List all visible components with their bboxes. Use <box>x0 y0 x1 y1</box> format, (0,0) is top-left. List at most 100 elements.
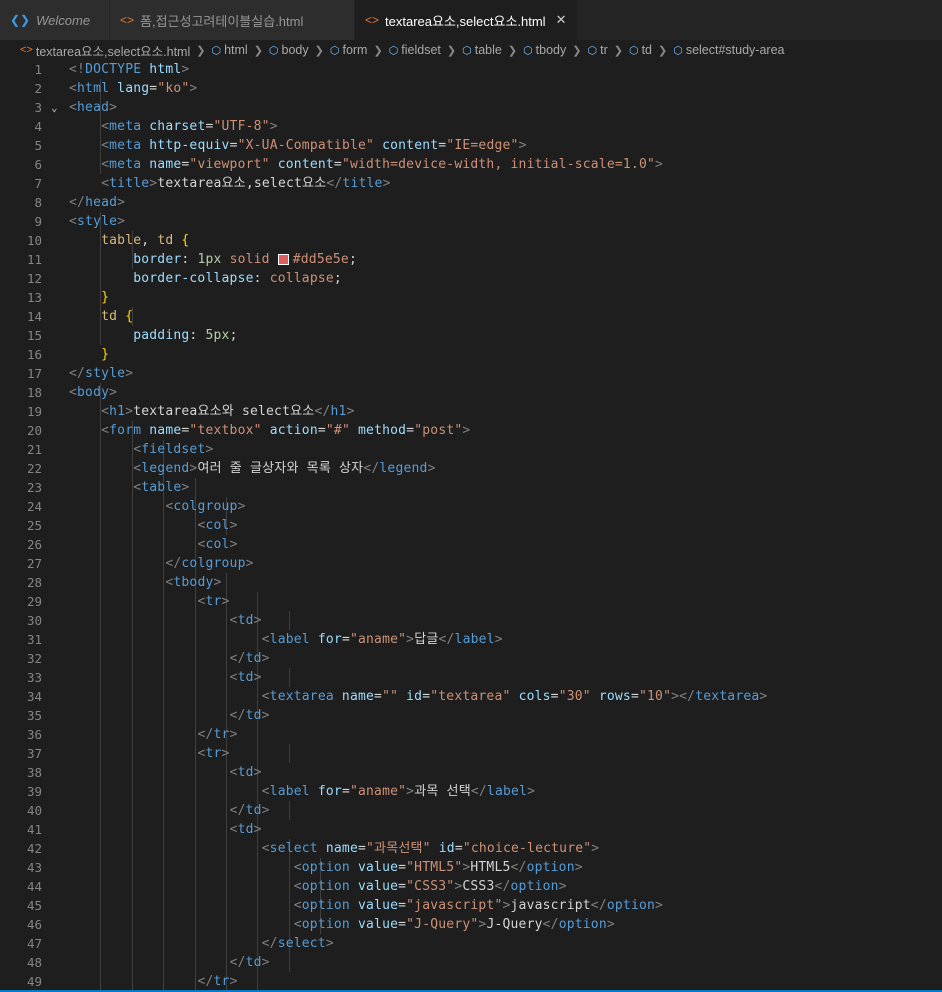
code-line[interactable]: 24 <colgroup> <box>0 497 942 516</box>
code-line[interactable]: 27 </colgroup> <box>0 554 942 573</box>
element-icon: ⬡ <box>462 44 472 57</box>
code-text: <html lang="ko"> <box>69 81 198 96</box>
code-line[interactable]: 29 <tr> <box>0 592 942 611</box>
close-icon[interactable]: ✕ <box>556 12 567 28</box>
breadcrumb-item[interactable]: ⬡ body ❯ <box>269 43 330 57</box>
line-number: 37 <box>26 746 42 761</box>
code-line[interactable]: 49 </tr> <box>0 972 942 991</box>
code-line[interactable]: 43 <option value="HTML5">HTML5</option> <box>0 858 942 877</box>
code-line[interactable]: 34 <textarea name="" id="textarea" cols=… <box>0 687 942 706</box>
code-line[interactable]: 16 } <box>0 345 942 364</box>
code-text: <legend>여러 줄 글상자와 목록 상자</legend> <box>133 461 436 476</box>
code-line[interactable]: 15 padding: 5px; <box>0 326 942 345</box>
code-line[interactable]: 23 <table> <box>0 478 942 497</box>
tab-1[interactable]: <> 폼,접근성고려테이블실습.html <box>110 0 355 40</box>
code-text: <td> <box>229 765 262 780</box>
code-line[interactable]: 14 td { <box>0 307 942 326</box>
code-line[interactable]: 6 <meta name="viewport" content="width=d… <box>0 155 942 174</box>
code-text: border-collapse: collapse; <box>133 271 342 286</box>
code-line[interactable]: 18 <body> <box>0 383 942 402</box>
breadcrumb-label: td <box>641 43 652 57</box>
breadcrumb-item[interactable]: ⬡ fieldset ❯ <box>389 43 462 57</box>
color-swatch[interactable] <box>277 254 289 265</box>
code-line[interactable]: 1 <!DOCTYPE html> <box>0 60 942 79</box>
breadcrumb-item[interactable]: ⬡ tr ❯ <box>587 43 628 57</box>
code-line[interactable]: 12 border-collapse: collapse; <box>0 269 942 288</box>
line-number: 8 <box>34 195 42 210</box>
line-number: 25 <box>26 518 42 533</box>
code-line[interactable]: 28 <tbody> <box>0 573 942 592</box>
code-line[interactable]: 19 <h1>textarea요소와 select요소</h1> <box>0 402 942 421</box>
line-number: 34 <box>26 689 42 704</box>
breadcrumb-item[interactable]: ⬡ form ❯ <box>330 43 389 57</box>
code-line[interactable]: 40 </td> <box>0 801 942 820</box>
element-icon: ⬡ <box>523 44 533 57</box>
line-number: 23 <box>26 480 42 495</box>
code-text: <tr> <box>197 746 230 761</box>
line-number: 48 <box>26 955 42 970</box>
code-line[interactable]: 48 </td> <box>0 953 942 972</box>
chevron-right-icon: ❯ <box>253 44 263 57</box>
code-line[interactable]: 36 </tr> <box>0 725 942 744</box>
code-line[interactable]: 42 <select name="과목선택" id="choice-lectur… <box>0 839 942 858</box>
code-line[interactable]: 8 </head> <box>0 193 942 212</box>
code-line[interactable]: 45 <option value="javascript">javascript… <box>0 896 942 915</box>
code-line[interactable]: 26 <col> <box>0 535 942 554</box>
code-line[interactable]: 7 <title>textarea요소,select요소</title> <box>0 174 942 193</box>
code-line[interactable]: 38 <td> <box>0 763 942 782</box>
code-line[interactable]: 39 <label for="aname">과목 선택</label> <box>0 782 942 801</box>
code-line[interactable]: 33 <td> <box>0 668 942 687</box>
code-text: </style> <box>69 366 134 381</box>
code-line[interactable]: 31 <label for="aname">답글</label> <box>0 630 942 649</box>
code-line[interactable]: 10 table, td { <box>0 231 942 250</box>
line-number: 22 <box>26 461 42 476</box>
code-line[interactable]: 21 <fieldset> <box>0 440 942 459</box>
line-number: 32 <box>26 651 42 666</box>
breadcrumb-item[interactable]: ⬡ td ❯ <box>629 43 673 57</box>
tab-2[interactable]: <> textarea요소,select요소.html ✕ <box>355 0 578 40</box>
breadcrumb-item[interactable]: ⬡ tbody ❯ <box>523 43 587 57</box>
code-text: </td> <box>229 803 270 818</box>
code-line[interactable]: 11 border: 1px solid #dd5e5e; <box>0 250 942 269</box>
code-line[interactable]: 20 <form name="textbox" action="#" metho… <box>0 421 942 440</box>
code-text: <option value="J-Query">J-Query</option> <box>293 917 615 932</box>
code-line[interactable]: 9 <style> <box>0 212 942 231</box>
tab-label: textarea요소,select요소.html <box>385 13 546 29</box>
code-line[interactable]: 47 </select> <box>0 934 942 953</box>
element-icon: ⬡ <box>388 44 399 57</box>
breadcrumb-item[interactable]: ⬡ html ❯ <box>211 43 268 57</box>
code-editor[interactable]: 1 <!DOCTYPE html> 2 <html lang="ko"> 3 ⌄ <head… <box>0 60 942 992</box>
code-text: <meta name="viewport" content="width=dev… <box>101 157 664 172</box>
line-number: 16 <box>26 347 42 362</box>
code-line[interactable]: 35 </td> <box>0 706 942 725</box>
breadcrumb-item[interactable]: ⬡ select#study-area <box>673 43 784 57</box>
code-line[interactable]: 30 <td> <box>0 611 942 630</box>
code-line[interactable]: 22 <legend>여러 줄 글상자와 목록 상자</legend> <box>0 459 942 478</box>
chevron-right-icon: ❯ <box>613 44 623 57</box>
code-line[interactable]: 5 <meta http-equiv="X-UA-Compatible" con… <box>0 136 942 155</box>
code-line[interactable]: 37 <tr> <box>0 744 942 763</box>
code-line[interactable]: 44 <option value="CSS3">CSS3</option> <box>0 877 942 896</box>
code-line[interactable]: 32 </td> <box>0 649 942 668</box>
code-line[interactable]: 3 ⌄ <head> <box>0 98 942 117</box>
code-line[interactable]: 13 } <box>0 288 942 307</box>
fold-chevron-icon[interactable]: ⌄ <box>51 98 63 117</box>
breadcrumb-item[interactable]: ⬡ table ❯ <box>462 43 523 57</box>
code-line[interactable]: 46 <option value="J-Query">J-Query</opti… <box>0 915 942 934</box>
line-number: 45 <box>26 898 42 913</box>
code-line[interactable]: 4 <meta charset="UTF-8"> <box>0 117 942 136</box>
chevron-right-icon: ❯ <box>507 44 518 57</box>
breadcrumb-item[interactable]: <> textarea요소,select요소.html ❯ <box>0 41 211 60</box>
code-text: <option value="HTML5">HTML5</option> <box>293 860 583 875</box>
code-line[interactable]: 41 <td> <box>0 820 942 839</box>
code-text: <body> <box>69 385 118 400</box>
code-text: <td> <box>229 670 262 685</box>
code-text: border: 1px solid #dd5e5e; <box>133 252 357 267</box>
code-text: <tbody> <box>165 575 222 590</box>
tab-0[interactable]: ❮❯ Welcome <box>0 0 110 40</box>
code-line[interactable]: 25 <col> <box>0 516 942 535</box>
chevron-right-icon: ❯ <box>196 44 206 57</box>
code-line[interactable]: 2 <html lang="ko"> <box>0 79 942 98</box>
code-line[interactable]: 17 </style> <box>0 364 942 383</box>
element-icon: ⬡ <box>211 44 222 57</box>
